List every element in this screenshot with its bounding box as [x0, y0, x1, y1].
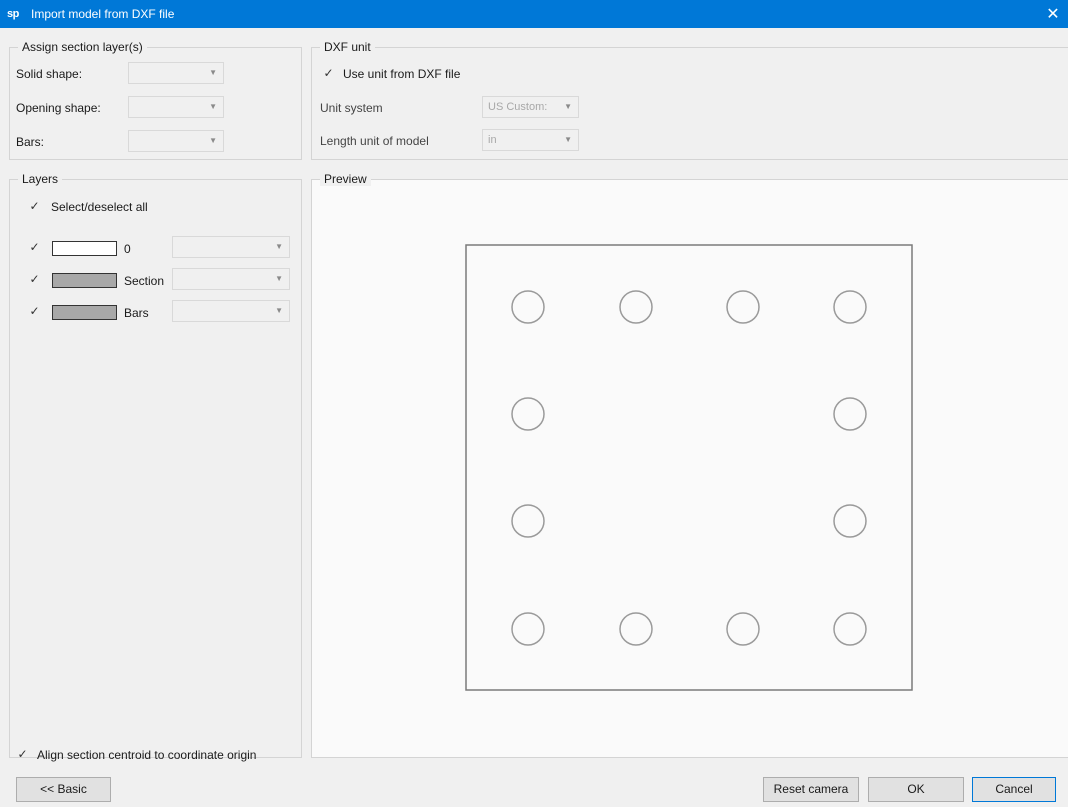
unit-system-combo[interactable]: US Custom: ▼	[482, 96, 579, 118]
app-logo-icon: sp	[7, 8, 19, 20]
window-title: Import model from DXF file	[31, 7, 175, 21]
solid-shape-label: Solid shape:	[16, 67, 83, 81]
chevron-down-icon: ▼	[275, 306, 283, 315]
layer-name-label: 0	[124, 242, 131, 256]
chevron-down-icon: ▼	[564, 135, 572, 144]
layer-assign-combo[interactable]: ▼	[172, 300, 290, 322]
cancel-button[interactable]: Cancel	[972, 777, 1056, 802]
dxf-unit-title: DXF unit	[320, 40, 375, 54]
bars-combo[interactable]: ▼	[128, 130, 224, 152]
length-unit-label: Length unit of model	[320, 134, 429, 148]
check-icon: ✓	[29, 272, 40, 286]
bars-label: Bars:	[16, 135, 45, 149]
layer-color-swatch[interactable]	[52, 241, 117, 256]
select-all-checkbox[interactable]: ✓	[28, 200, 41, 213]
layers-title: Layers	[18, 172, 63, 186]
chevron-down-icon: ▼	[275, 242, 283, 251]
layers-group: Layers	[9, 172, 302, 758]
ok-button[interactable]: OK	[868, 777, 964, 802]
unit-system-label: Unit system	[320, 101, 383, 115]
title-bar: sp Import model from DXF file ✕	[0, 0, 1068, 28]
layer-checkbox[interactable]: ✓	[28, 241, 41, 254]
layer-name-label: Bars	[124, 306, 149, 320]
opening-shape-label: Opening shape:	[16, 101, 101, 115]
layer-assign-combo[interactable]: ▼	[172, 236, 290, 258]
length-unit-combo[interactable]: in ▼	[482, 129, 579, 151]
preview-title: Preview	[320, 172, 371, 186]
chevron-down-icon: ▼	[209, 68, 217, 77]
import-dxf-dialog: sp Import model from DXF file ✕ Assign s…	[0, 0, 1068, 807]
use-unit-label: Use unit from DXF file	[343, 67, 461, 81]
close-icon: ✕	[1046, 6, 1060, 23]
check-icon: ✓	[29, 199, 40, 213]
chevron-down-icon: ▼	[564, 102, 572, 111]
chevron-down-icon: ▼	[209, 102, 217, 111]
length-unit-value: in	[488, 134, 497, 146]
chevron-down-icon: ▼	[209, 136, 217, 145]
solid-shape-combo[interactable]: ▼	[128, 62, 224, 84]
chevron-down-icon: ▼	[275, 274, 283, 283]
select-all-label: Select/deselect all	[51, 200, 148, 214]
check-icon: ✓	[323, 66, 334, 80]
layer-checkbox[interactable]: ✓	[28, 305, 41, 318]
preview-group: Preview	[311, 172, 1068, 758]
check-icon: ✓	[29, 240, 40, 254]
layer-color-swatch[interactable]	[52, 273, 117, 288]
layer-color-swatch[interactable]	[52, 305, 117, 320]
basic-button[interactable]: << Basic	[16, 777, 111, 802]
layer-checkbox[interactable]: ✓	[28, 273, 41, 286]
align-centroid-checkbox[interactable]: ✓	[16, 748, 29, 761]
close-button[interactable]: ✕	[1038, 0, 1068, 28]
check-icon: ✓	[17, 747, 28, 761]
assign-section-title: Assign section layer(s)	[18, 40, 147, 54]
reset-camera-button[interactable]: Reset camera	[763, 777, 859, 802]
unit-system-value: US Custom:	[488, 101, 548, 113]
use-unit-checkbox[interactable]: ✓	[322, 67, 335, 80]
layer-assign-combo[interactable]: ▼	[172, 268, 290, 290]
opening-shape-combo[interactable]: ▼	[128, 96, 224, 118]
check-icon: ✓	[29, 304, 40, 318]
align-centroid-label: Align section centroid to coordinate ori…	[37, 748, 257, 762]
layer-name-label: Section	[124, 274, 165, 288]
